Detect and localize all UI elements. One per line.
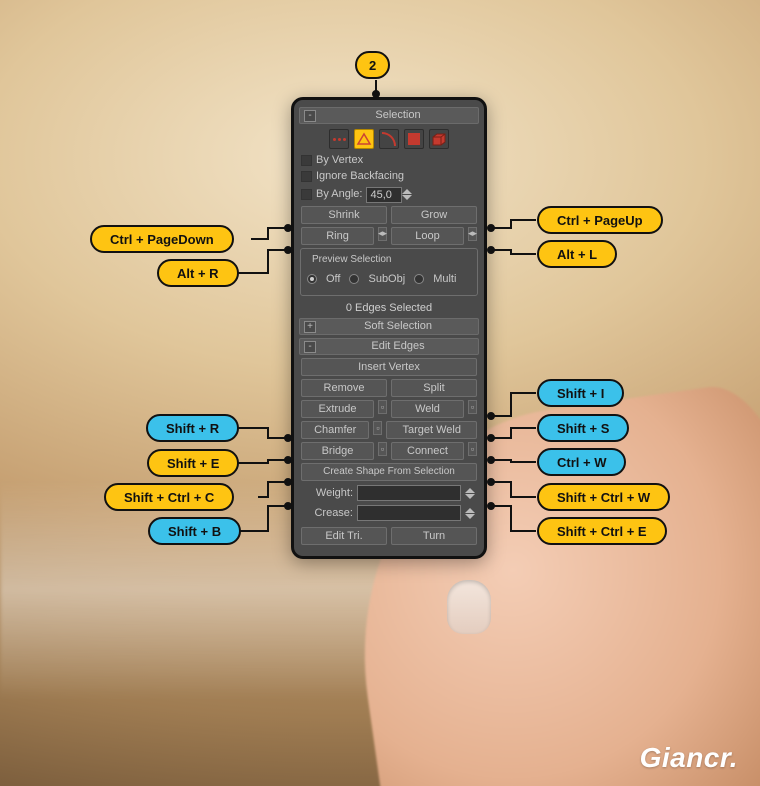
rollout-soft-selection[interactable]: + Soft Selection (299, 318, 479, 335)
element-icon (431, 132, 447, 146)
by-vertex-checkbox[interactable] (301, 155, 312, 166)
bridge-button[interactable]: Bridge (301, 442, 374, 460)
rollout-edit-edges[interactable]: - Edit Edges (299, 338, 479, 355)
callout-right-5: Shift + Ctrl + W (537, 483, 670, 511)
mode-poly[interactable] (404, 129, 424, 149)
crease-label: Crease: (303, 507, 353, 520)
by-vertex-row: By Vertex (301, 154, 477, 167)
callout-right-3: Shift + S (537, 414, 629, 442)
ignore-backfacing-label: Ignore Backfacing (316, 170, 404, 183)
by-vertex-label: By Vertex (316, 154, 363, 167)
bridge-options[interactable]: ▫ (378, 442, 387, 456)
border-icon (382, 132, 396, 146)
collapse-icon[interactable]: - (304, 341, 316, 353)
callout-right-1: Alt + L (537, 240, 617, 268)
chamfer-button[interactable]: Chamfer (301, 421, 369, 439)
split-button[interactable]: Split (391, 379, 477, 397)
by-angle-checkbox[interactable] (301, 189, 312, 200)
ignore-backfacing-checkbox[interactable] (301, 171, 312, 182)
extrude-options[interactable]: ▫ (378, 400, 387, 414)
remove-button[interactable]: Remove (301, 379, 387, 397)
callout-left-2: Shift + R (146, 414, 239, 442)
extrude-button[interactable]: Extrude (301, 400, 374, 418)
insert-vertex-button[interactable]: Insert Vertex (301, 358, 477, 376)
preview-off-radio[interactable] (307, 274, 317, 284)
loop-button[interactable]: Loop (391, 227, 464, 245)
connect-button[interactable]: Connect (391, 442, 464, 460)
loop-options[interactable]: ◂▸ (468, 227, 477, 241)
create-shape-button[interactable]: Create Shape From Selection (301, 463, 477, 481)
turn-button[interactable]: Turn (391, 527, 477, 545)
grow-button[interactable]: Grow (391, 206, 477, 224)
by-angle-row: By Angle: (301, 187, 477, 203)
brand-watermark: Giancr. (640, 744, 738, 772)
preview-title: Preview Selection (309, 254, 394, 266)
expand-icon[interactable]: + (304, 321, 316, 333)
status-text: 0 Edges Selected (299, 302, 479, 315)
spinner-up-icon[interactable] (465, 488, 475, 493)
ring-button[interactable]: Ring (301, 227, 374, 245)
callout-left-3: Shift + E (147, 449, 239, 477)
callout-right-0: Ctrl + PageUp (537, 206, 663, 234)
poly-icon (408, 133, 420, 145)
target-weld-button[interactable]: Target Weld (386, 421, 477, 439)
preview-off-label: Off (326, 273, 340, 286)
edit-tri-button[interactable]: Edit Tri. (301, 527, 387, 545)
soft-selection-title: Soft Selection (322, 320, 474, 333)
connect-options[interactable]: ▫ (468, 442, 477, 456)
callout-left-4: Shift + Ctrl + C (104, 483, 234, 511)
rollout-title: Selection (322, 109, 474, 122)
preview-subobj-label: SubObj (368, 273, 405, 286)
by-angle-input[interactable] (366, 187, 402, 203)
by-angle-label: By Angle: (316, 188, 362, 201)
modifier-panel: - Selection By Vertex Ignore Backfacing (291, 97, 487, 559)
edge-icon (356, 132, 372, 146)
collapse-icon[interactable]: - (304, 110, 316, 122)
mode-edge[interactable] (354, 129, 374, 149)
callout-right-6: Shift + Ctrl + E (537, 517, 667, 545)
preview-multi-label: Multi (433, 273, 456, 286)
rollout-selection[interactable]: - Selection (299, 107, 479, 124)
ring-options[interactable]: ◂▸ (378, 227, 387, 241)
spinner-down-icon[interactable] (465, 514, 475, 519)
spinner-up-icon[interactable] (402, 189, 412, 194)
callout-right-4: Ctrl + W (537, 448, 626, 476)
spinner-up-icon[interactable] (465, 508, 475, 513)
callout-left-1: Alt + R (157, 259, 239, 287)
crease-input[interactable] (357, 505, 461, 521)
weld-button[interactable]: Weld (391, 400, 464, 418)
vertex-icon (333, 138, 346, 141)
callout-top: 2 (355, 51, 390, 79)
weight-input[interactable] (357, 485, 461, 501)
thumbnail-nail (447, 580, 491, 634)
preview-selection-group: Preview Selection Off SubObj Multi (300, 248, 478, 296)
callout-right-2: Shift + I (537, 379, 624, 407)
mode-element[interactable] (429, 129, 449, 149)
weld-options[interactable]: ▫ (468, 400, 477, 414)
preview-multi-radio[interactable] (414, 274, 424, 284)
subobject-modes (299, 129, 479, 149)
by-angle-spinner[interactable] (366, 187, 412, 203)
spinner-down-icon[interactable] (465, 494, 475, 499)
shrink-button[interactable]: Shrink (301, 206, 387, 224)
mode-vertex[interactable] (329, 129, 349, 149)
weight-label: Weight: (303, 487, 353, 500)
callout-left-0: Ctrl + PageDown (90, 225, 234, 253)
spinner-down-icon[interactable] (402, 195, 412, 200)
edit-edges-title: Edit Edges (322, 340, 474, 353)
callout-left-5: Shift + B (148, 517, 241, 545)
chamfer-options[interactable]: ▫ (373, 421, 382, 435)
preview-subobj-radio[interactable] (349, 274, 359, 284)
mode-border[interactable] (379, 129, 399, 149)
ignore-backfacing-row: Ignore Backfacing (301, 170, 477, 183)
